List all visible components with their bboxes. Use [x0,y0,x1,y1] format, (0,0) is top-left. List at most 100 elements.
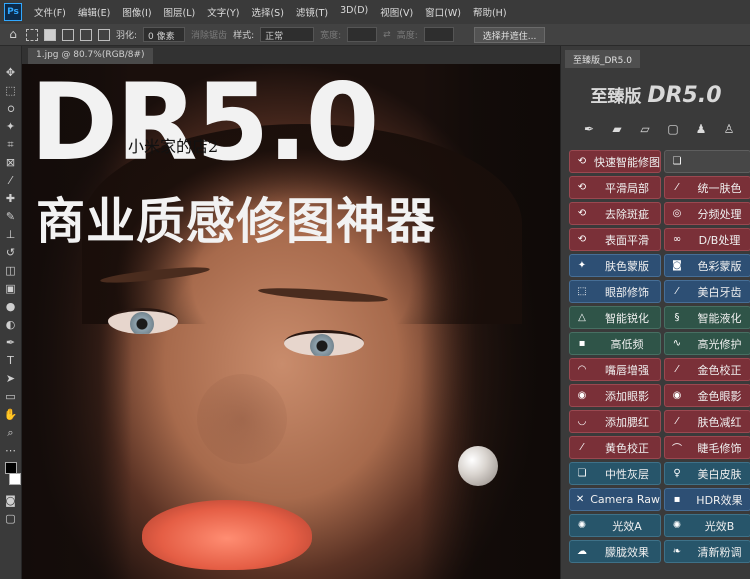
person-icon[interactable]: ♟ [691,120,711,138]
panel-title-prefix: 至臻版 [590,87,642,107]
panel-action-label: Camera Raw [590,493,660,506]
add-selection-mode[interactable] [62,28,74,41]
lips-icon: ◠ [577,364,587,375]
person-plus-icon[interactable]: ♙ [719,120,739,138]
panel-action-button[interactable]: ⁄ 黄色校正 [569,436,661,459]
panel-action-button[interactable]: ◉ 金色眼影 [664,384,750,407]
panel-action-button[interactable]: ❏ 中性灰层 [569,462,661,485]
path-selection-tool-icon[interactable]: ➤ [4,372,18,385]
stamp-tool-icon[interactable]: ⊥ [4,228,18,241]
panel-action-button[interactable]: ⟲ 平滑局部 [569,176,661,199]
menu-item[interactable]: 选择(S) [245,5,289,19]
menu-item[interactable]: 文件(F) [28,5,72,19]
feather-input[interactable]: 0 像素 [143,27,186,42]
panel-action-button[interactable]: ✕ Camera Raw [569,488,661,511]
panel-action-button[interactable]: ∿ 高光修护 [664,332,750,355]
panel-action-button[interactable]: ⁄ 金色校正 [664,358,750,381]
anti-alias-checkbox[interactable]: 消除锯齿 [191,28,227,41]
move-tool-icon[interactable]: ✥ [4,66,18,79]
type-tool-icon[interactable]: T [4,354,18,367]
subtract-selection-mode[interactable] [80,28,92,41]
swap-icon[interactable]: ⇄ [383,30,391,40]
panel-action-button[interactable]: ⁄ 美白牙齿 [664,280,750,303]
panel-action-button[interactable]: ❧ 清新粉调 [664,540,750,563]
panel-action-button[interactable]: ◡ 添加腮红 [569,410,661,433]
marquee-tool-icon[interactable]: ⬚ [4,84,18,97]
eraser-icon[interactable]: ▱ [635,120,655,138]
bandage-icon[interactable]: ▰ [607,120,627,138]
screen-mode-icon[interactable]: ▢ [4,512,18,525]
lasso-tool-icon[interactable]: ഠ [4,102,18,115]
menu-item[interactable]: 窗口(W) [419,5,467,19]
style-label: 样式: [233,31,255,41]
panel-action-button[interactable]: ▪ 高低频 [569,332,661,355]
panel-action-button[interactable]: ✺ 光效A [569,514,661,537]
zoom-tool-icon[interactable]: ⌕ [4,426,18,439]
menu-item[interactable]: 滤镜(T) [290,5,334,19]
width-input[interactable] [347,27,378,42]
panel-tab[interactable]: 至臻版_DR5.0 [565,50,640,68]
panel-action-label: 智能液化 [697,311,742,325]
menu-item[interactable]: 编辑(E) [72,5,116,19]
panel-action-button[interactable]: ⟲ 快速智能修图 [569,150,661,173]
history-brush-tool-icon[interactable]: ↺ [4,246,18,259]
panel-action-button[interactable]: ⟲ 去除斑疵 [569,202,661,225]
pen-tool-icon[interactable]: ✒ [4,336,18,349]
eyedropper-tool-icon[interactable]: ⁄ [4,174,18,187]
style-select[interactable]: 正常 [260,27,315,42]
bulb-icon: ♀ [673,468,681,479]
crop-tool-icon[interactable]: ⌗ [4,138,18,151]
hand-tool-icon[interactable]: ✋ [4,408,18,421]
panel-action-button[interactable]: ❏ [664,150,750,173]
panel-action-button[interactable]: ∞ D/B处理 [664,228,750,251]
gradient-tool-icon[interactable]: ▣ [4,282,18,295]
rect-icon[interactable]: ▢ [663,120,683,138]
new-selection-mode[interactable] [44,28,56,41]
height-input[interactable] [423,27,454,42]
panel-action-button[interactable]: ◙ 色彩蒙版 [664,254,750,277]
frame-tool-icon[interactable]: ⊠ [4,156,18,169]
document-tab[interactable]: 1.jpg @ 80.7%(RGB/8#) [28,48,153,64]
brush-icon: ⁄ [676,286,678,297]
panel-action-button[interactable]: ✺ 光效B [664,514,750,537]
quick-mask-icon[interactable]: ◙ [4,494,18,507]
panel-action-button[interactable]: △ 智能锐化 [569,306,661,329]
panel-action-button[interactable]: ◎ 分频处理 [664,202,750,225]
menu-item[interactable]: 视图(V) [374,5,419,19]
canvas[interactable]: DR5.0 商业质感修图神器 小米家的店2 [22,64,560,579]
blur-tool-icon[interactable]: ● [4,300,18,313]
canvas-watermark: 小米家的店2 [128,137,219,156]
healing-brush-tool-icon[interactable]: ✚ [4,192,18,205]
panel-action-button[interactable]: ⟲ 表面平滑 [569,228,661,251]
select-and-mask-button[interactable]: 选择并遮住... [473,26,546,43]
panel-action-button[interactable]: ▪ HDR效果 [664,488,750,511]
panel-action-button[interactable]: ☁ 朦胧效果 [569,540,661,563]
panel-action-button[interactable]: ✦ 肤色蒙版 [569,254,661,277]
eraser-tool-icon[interactable]: ◫ [4,264,18,277]
menu-item[interactable]: 帮助(H) [467,5,513,19]
layers-icon: ❏ [672,156,682,167]
panel-action-button[interactable]: ◠ 嘴唇增强 [569,358,661,381]
panel-action-button[interactable]: ⬚ 眼部修饰 [569,280,661,303]
menu-item[interactable]: 图层(L) [158,5,202,19]
background-color-swatch[interactable] [8,473,21,485]
menu-item[interactable]: 3D(D) [334,5,374,19]
magic-wand-tool-icon[interactable]: ✦ [4,120,18,133]
rectangle-tool-icon[interactable]: ▭ [4,390,18,403]
more-tools-icon[interactable]: ⋯ [4,444,18,457]
intersect-selection-mode[interactable] [98,28,110,41]
home-icon[interactable]: ⌂ [6,28,20,41]
link-icon: ∞ [672,234,682,245]
panel-action-button[interactable]: ⁄ 统一肤色 [664,176,750,199]
panel-action-button[interactable]: ⌒ 睫毛修饰 [664,436,750,459]
panel-action-button[interactable]: § 智能液化 [664,306,750,329]
menu-item[interactable]: 文字(Y) [201,5,245,19]
menu-item[interactable]: 图像(I) [116,5,157,19]
dodge-tool-icon[interactable]: ◐ [4,318,18,331]
marquee-tool-preset[interactable] [26,28,38,41]
panel-action-button[interactable]: ⁄ 肤色减红 [664,410,750,433]
panel-action-button[interactable]: ♀ 美白皮肤 [664,462,750,485]
brush-tool-icon[interactable]: ✎ [4,210,18,223]
pen-tool-icon[interactable]: ✒ [579,120,599,138]
panel-action-button[interactable]: ◉ 添加眼影 [569,384,661,407]
